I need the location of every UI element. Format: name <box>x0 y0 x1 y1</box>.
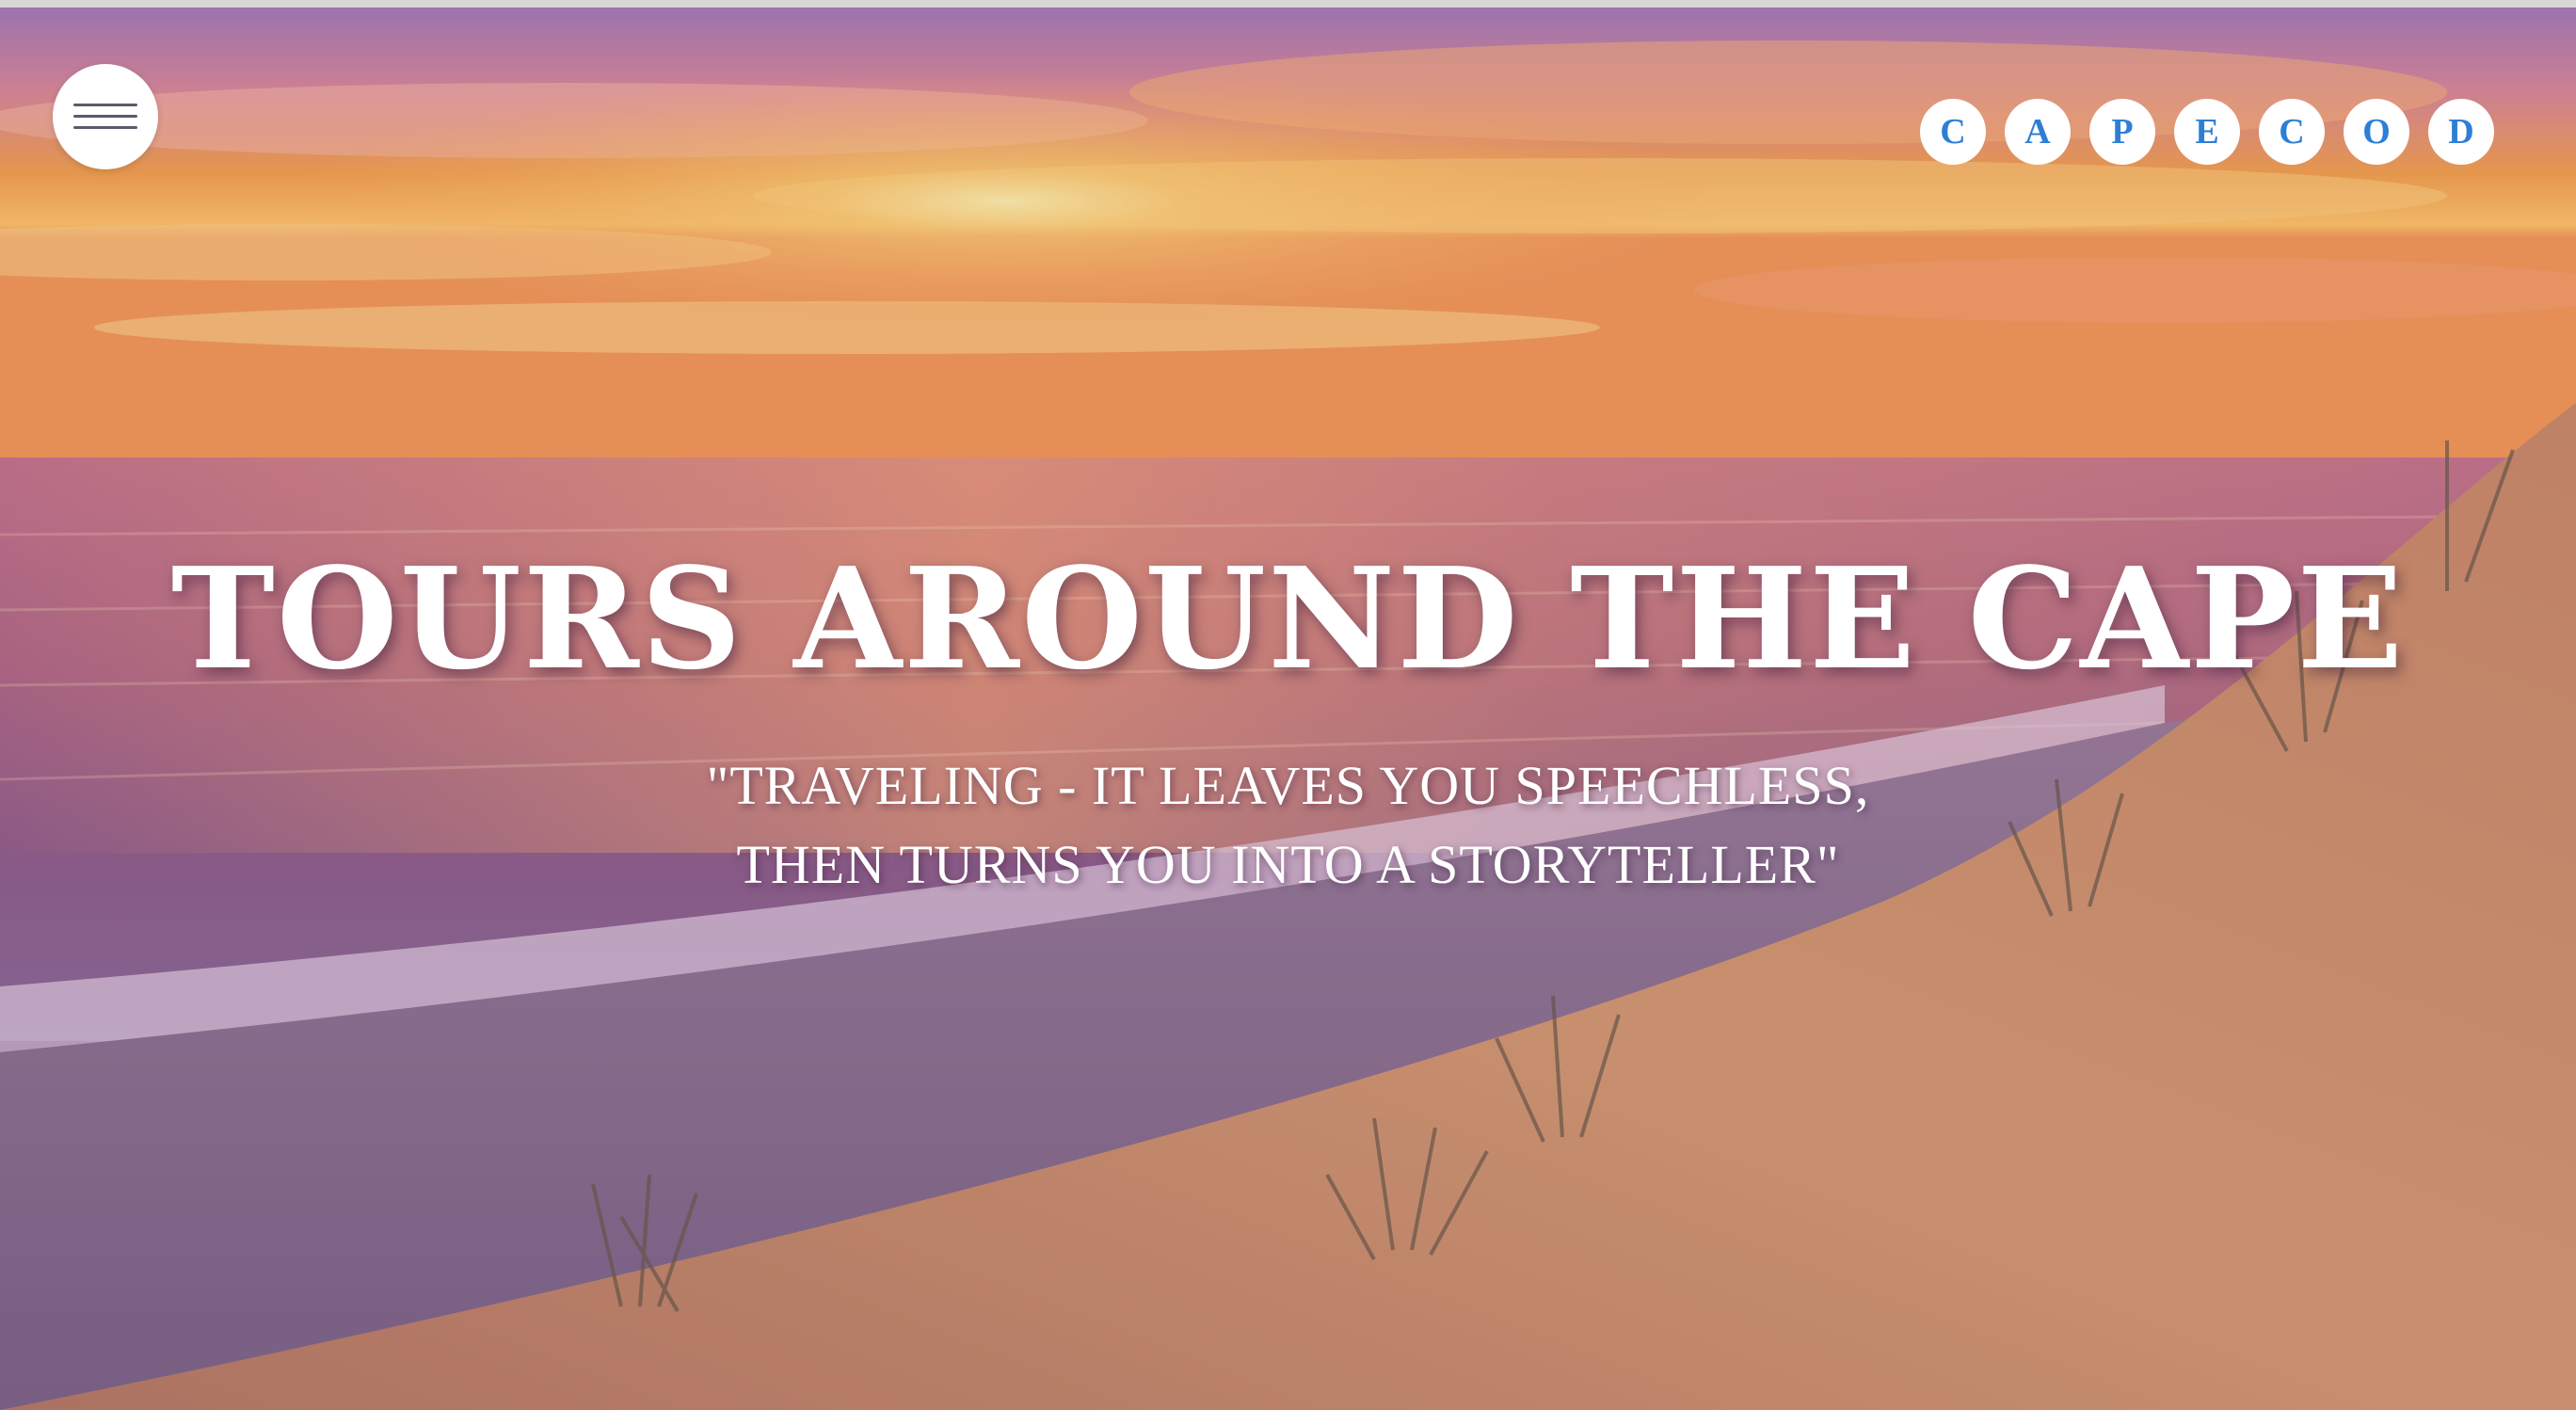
hero-title: TOURS AROUND THE CAPE <box>170 537 2406 700</box>
hamburger-menu-icon-bar <box>73 126 137 129</box>
hero-background-image <box>0 8 2576 1410</box>
cape-cod-logo[interactable]: C A P E C O D <box>1920 99 2494 165</box>
hamburger-menu-icon <box>73 104 137 106</box>
logo-letter: A <box>2005 99 2071 165</box>
logo-letter: O <box>2344 99 2409 165</box>
hero-quote: "TRAVELING - IT LEAVES YOU SPEECHLESS, T… <box>0 746 2576 905</box>
logo-letter: C <box>2259 99 2325 165</box>
hero-quote-line-2: THEN TURNS YOU INTO A STORYTELLER" <box>736 834 1840 895</box>
logo-letter: E <box>2174 99 2240 165</box>
hero-quote-line-1: "TRAVELING - IT LEAVES YOU SPEECHLESS, <box>706 755 1870 816</box>
hamburger-menu-button[interactable] <box>53 64 158 169</box>
hamburger-menu-icon-bar <box>73 115 137 118</box>
logo-letter: D <box>2428 99 2494 165</box>
logo-letter: C <box>1920 99 1986 165</box>
hero-section: C A P E C O D TOURS AROUND THE CAPE "TRA… <box>0 8 2576 1410</box>
logo-letter: P <box>2089 99 2155 165</box>
